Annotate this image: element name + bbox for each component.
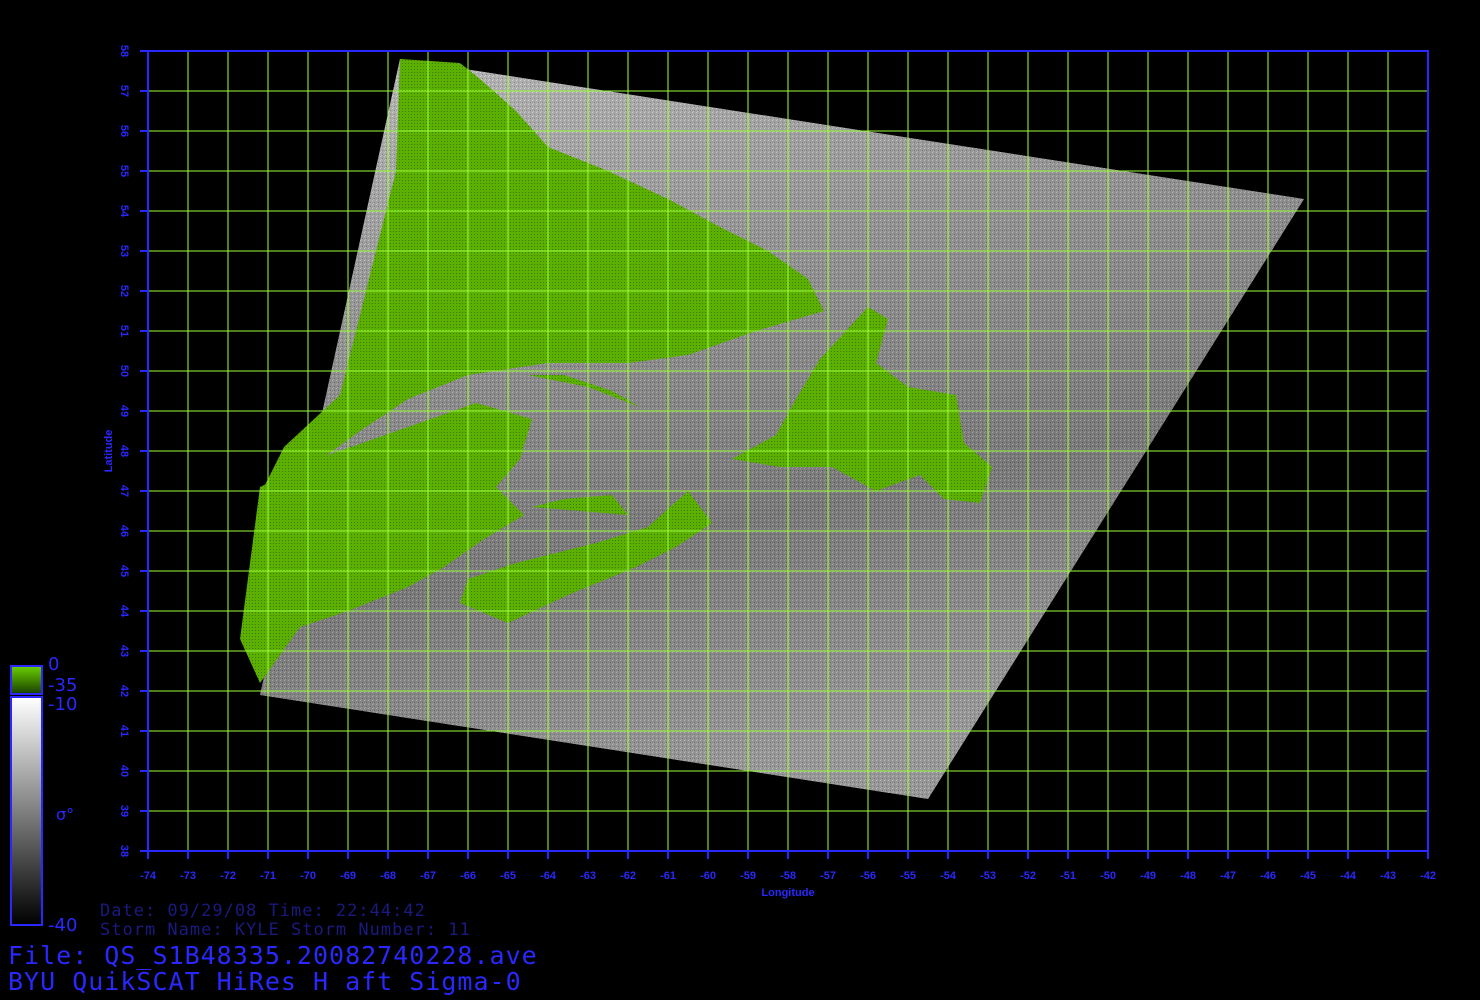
y-tick-label: 52 (118, 285, 130, 297)
x-tick-label: -53 (980, 870, 996, 882)
x-tick-label: -67 (420, 870, 436, 882)
x-tick-label: -59 (740, 870, 756, 882)
x-tick-label: -61 (660, 870, 676, 882)
x-tick-label: -51 (1060, 870, 1076, 882)
y-tick-label: 44 (118, 605, 130, 618)
x-tick-label: -56 (860, 870, 876, 882)
y-tick-label: 55 (118, 165, 130, 177)
y-tick-label: 39 (118, 805, 130, 817)
x-tick-label: -49 (1140, 870, 1156, 882)
x-tick-label: -68 (380, 870, 396, 882)
x-tick-label: -74 (140, 870, 157, 882)
y-tick-label: 57 (118, 85, 130, 97)
x-tick-label: -71 (260, 870, 276, 882)
y-tick-label: 41 (118, 725, 130, 737)
storm-info-text: Storm Name: KYLE Storm Number: 11 (100, 920, 471, 940)
colorbar-ocean (10, 696, 43, 926)
x-tick-label: -70 (300, 870, 316, 882)
y-tick-label: 48 (118, 445, 130, 457)
colorbar-symbol: σ° (56, 805, 75, 824)
y-tick-label: 42 (118, 685, 130, 697)
x-tick-label: -58 (780, 870, 796, 882)
y-tick-label: 45 (118, 565, 130, 577)
y-tick-label: 56 (118, 125, 130, 137)
x-tick-label: -44 (1340, 870, 1357, 882)
y-axis-label: Latitude (103, 430, 115, 473)
y-tick-label: 46 (118, 525, 130, 537)
colorbar-ocean-bottom: -40 (48, 915, 78, 936)
colorbar-land-top: 0 (48, 654, 60, 675)
x-tick-label: -65 (500, 870, 516, 882)
y-tick-label: 54 (118, 205, 130, 218)
x-tick-label: -57 (820, 870, 836, 882)
x-tick-label: -63 (580, 870, 596, 882)
lat-lon-grid (147, 50, 1429, 852)
map-plot: -74 -73 -72 -71 -70 -69 -68 -67 -66 -65 -64 -63 -62 -… (10, 45, 1436, 926)
colorbar-land (10, 665, 43, 695)
y-tick-label: 58 (118, 45, 130, 57)
y-tick-label: 47 (118, 485, 130, 497)
x-tick-label: -47 (1220, 870, 1236, 882)
x-tick-label: -45 (1300, 870, 1316, 882)
x-tick-label: -64 (540, 870, 557, 882)
y-tick-label: 43 (118, 645, 130, 657)
x-tick-label: -43 (1380, 870, 1396, 882)
y-tick-label: 53 (118, 245, 130, 257)
y-tick-label: 40 (118, 765, 130, 777)
product-title-text: BYU QuikSCAT HiRes H aft Sigma-0 (8, 967, 522, 996)
x-tick-label: -50 (1100, 870, 1116, 882)
x-tick-label: -69 (340, 870, 356, 882)
map-figure: -74 -73 -72 -71 -70 -69 -68 -67 -66 -65 -64 -63 -62 -… (0, 0, 1480, 1000)
x-tick-label: -46 (1260, 870, 1276, 882)
x-tick-label: -73 (180, 870, 196, 882)
colorbar-land-bottom: -35 (48, 675, 78, 696)
x-tick-label: -55 (900, 870, 916, 882)
colorbar-ocean-top: -10 (48, 694, 78, 715)
y-tick-label: 38 (118, 845, 130, 857)
colorbar (10, 665, 43, 926)
x-tick-label: -66 (460, 870, 476, 882)
x-axis-label: Longitude (761, 887, 814, 899)
file-name-text: File: QS_S1B48335.20082740228.ave (8, 941, 538, 970)
x-tick-label: -52 (1020, 870, 1036, 882)
x-tick-label: -42 (1420, 870, 1436, 882)
date-time-text: Date: 09/29/08 Time: 22:44:42 (100, 901, 426, 921)
y-tick-label: 51 (118, 325, 130, 337)
x-tick-label: -72 (220, 870, 236, 882)
x-tick-label: -60 (700, 870, 716, 882)
x-tick-label: -54 (940, 870, 957, 882)
x-tick-label: -48 (1180, 870, 1196, 882)
y-tick-label: 50 (118, 365, 130, 377)
x-tick-label: -62 (620, 870, 636, 882)
y-tick-label: 49 (118, 405, 130, 417)
